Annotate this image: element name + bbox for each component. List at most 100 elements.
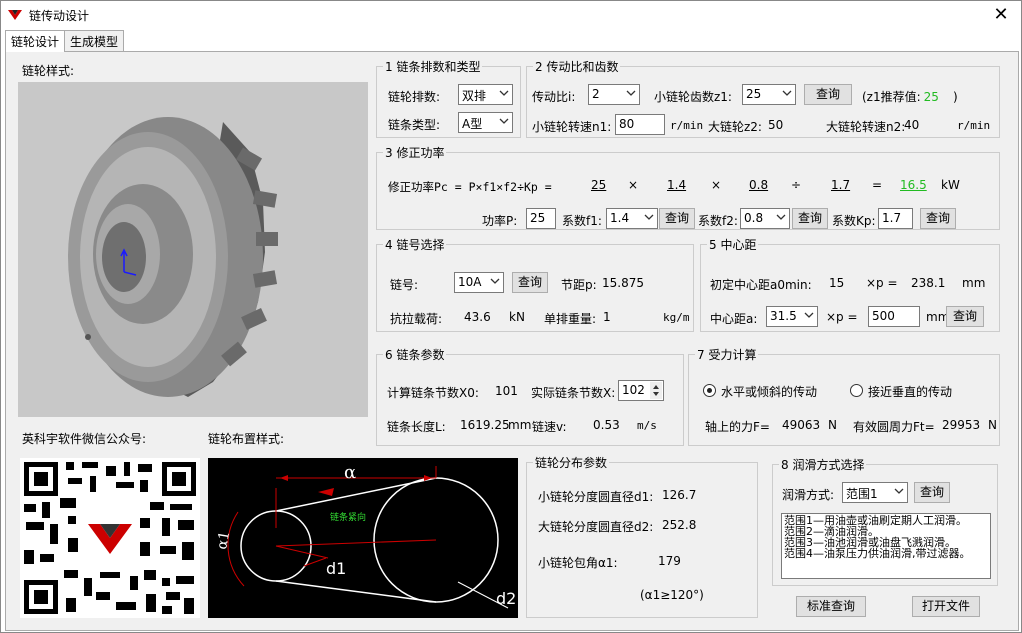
chain-type-select[interactable]: A型	[458, 112, 513, 133]
close-button[interactable]: ✕	[989, 4, 1013, 26]
chain-number-label: 链号:	[390, 278, 419, 292]
z2-value: 50	[768, 118, 784, 132]
kp-input[interactable]: 1.7	[878, 208, 913, 229]
formula-times-2: ×	[711, 178, 722, 192]
sprocket-design-panel: 链轮样式: 英科宇软件微信公众号: 链轮布置样式: α α1 d1 d2 链条紧…	[5, 51, 1019, 631]
shaft-force-unit: N	[828, 418, 837, 432]
d1-value: 126.7	[662, 488, 697, 502]
group-2-title: 2 传动比和齿数	[535, 60, 619, 74]
formula-p: 25	[591, 178, 607, 192]
x0-value: 101	[495, 384, 518, 398]
a0-value: 238.1	[911, 276, 946, 290]
effective-force-value: 29953	[942, 418, 981, 432]
weight-value: 1	[603, 310, 611, 324]
formula-divide: ÷	[791, 178, 802, 192]
chevron-down-icon	[644, 214, 654, 220]
tab-generate-model[interactable]: 生成模型	[64, 30, 125, 51]
lubrication-query-button[interactable]: 查询	[914, 482, 950, 503]
n2-label: 大链轮转速n2:	[826, 120, 906, 134]
a-label: 中心距a:	[710, 312, 758, 326]
z1-select-value: 25	[746, 87, 762, 101]
group-7-title: 7 受力计算	[697, 348, 757, 362]
z1-recommend-value: 25	[923, 90, 939, 104]
chain-layout-diagram: α α1 d1 d2 链条紧向	[208, 458, 518, 618]
horizontal-drive-radio[interactable]	[703, 384, 716, 397]
chevron-down-icon	[499, 90, 509, 96]
wechat-qr-code	[20, 458, 200, 618]
spinner-arrows-icon[interactable]	[650, 382, 662, 399]
d2-label: 大链轮分度圆直径d2:	[538, 520, 654, 534]
ratio-label: 传动比i:	[532, 90, 576, 104]
f2-query-button[interactable]: 查询	[792, 208, 828, 229]
vertical-drive-radio[interactable]	[850, 384, 863, 397]
lubrication-select-value: 范围1	[846, 487, 878, 501]
tensile-label: 抗拉载荷:	[390, 312, 443, 326]
tab-sprocket-design[interactable]: 链轮设计	[5, 30, 66, 52]
z1-recommend-prefix: (z1推荐值:	[862, 90, 921, 104]
group-6-title: 6 链条参数	[385, 348, 445, 362]
wechat-label: 英科宇软件微信公众号:	[22, 432, 147, 446]
rows-select[interactable]: 双排	[458, 84, 513, 105]
standard-query-button[interactable]: 标准查询	[796, 596, 866, 617]
formula-pc-result: 16.5	[900, 178, 927, 192]
vertical-drive-label[interactable]: 接近垂直的传动	[868, 383, 952, 400]
lubrication-select[interactable]: 范围1	[842, 482, 908, 503]
z1-recommend: (z1推荐值: 25)	[862, 88, 958, 105]
a-input[interactable]: 500	[868, 306, 920, 327]
a-select[interactable]: 31.5	[766, 306, 818, 327]
speed-label: 链速v:	[532, 420, 567, 434]
kp-label: 系数Kp:	[832, 214, 876, 228]
f2-label: 系数f2:	[698, 214, 738, 228]
sprocket-style-label: 链轮样式:	[22, 64, 75, 78]
chain-number-query-button[interactable]: 查询	[512, 272, 548, 293]
chevron-down-icon	[499, 118, 509, 124]
z1-query-button[interactable]: 查询	[804, 84, 852, 105]
power-p-input[interactable]: 25	[526, 208, 556, 229]
z1-recommend-suffix: )	[952, 90, 958, 104]
formula-f2: 0.8	[749, 178, 769, 192]
f2-select-value: 0.8	[744, 211, 764, 225]
layout-style-label: 链轮布置样式:	[208, 432, 285, 446]
chain-type-select-value: A型	[462, 117, 483, 131]
a-query-button[interactable]: 查询	[946, 306, 984, 327]
d1-label: 小链轮分度圆直径d1:	[538, 490, 654, 504]
n1-label: 小链轮转速n1:	[532, 120, 612, 134]
length-label: 链条长度L:	[387, 420, 446, 434]
x-spinner[interactable]: 102	[618, 380, 664, 401]
f1-select[interactable]: 1.4	[606, 208, 658, 229]
lubrication-line-4: 范围4—油泵压力供油润滑,带过滤器。	[784, 547, 971, 560]
pitch-label: 节距p:	[561, 278, 597, 292]
n2-value: 40	[904, 118, 920, 132]
main-window: 链传动设计 ✕ 链轮设计 生成模型 链轮样式: 英科宇软件微信公众号: 链轮布置…	[0, 0, 1022, 633]
a-select-value: 31.5	[770, 309, 797, 323]
group-1-title: 1 链条排数和类型	[385, 60, 481, 74]
open-file-button[interactable]: 打开文件	[912, 596, 980, 617]
f1-label: 系数f1:	[562, 214, 602, 228]
a0-label: 初定中心距a0min:	[710, 278, 812, 292]
lubrication-description[interactable]: 范围1—用油壶或油刷定期人工润滑。 范围2—滴油润滑。 范围3—油池润滑或油盘飞…	[781, 513, 991, 579]
z1-label: 小链轮齿数z1:	[654, 90, 732, 104]
length-unit: mm	[508, 418, 532, 432]
formula-equals: =	[872, 178, 883, 192]
z1-select[interactable]: 25	[742, 84, 796, 105]
diagram-alpha-label: α	[344, 462, 356, 483]
f1-query-button[interactable]: 查询	[659, 208, 695, 229]
a-times-p: ×p =	[826, 310, 858, 324]
wrap-angle-condition: (α1≥120°)	[640, 588, 704, 602]
f2-select[interactable]: 0.8	[740, 208, 790, 229]
wrap-angle-value: 179	[658, 554, 681, 568]
chain-number-select[interactable]: 10A	[454, 272, 504, 293]
ratio-select[interactable]: 2	[588, 84, 640, 105]
kp-query-button[interactable]: 查询	[920, 208, 956, 229]
n1-input[interactable]: 80	[615, 114, 665, 135]
x-spinner-value: 102	[622, 383, 645, 397]
horizontal-drive-label[interactable]: 水平或倾斜的传动	[721, 383, 817, 400]
diagram-tight-side-label: 链条紧向	[330, 511, 366, 523]
chevron-down-icon	[894, 488, 904, 494]
x-label: 实际链条节数X:	[531, 386, 616, 400]
power-p-label: 功率P:	[482, 214, 518, 228]
diagram-d2-label: d2	[496, 589, 516, 608]
group-4-title: 4 链号选择	[385, 238, 445, 252]
a0-multiplier: 15	[829, 276, 845, 290]
a0-unit: mm	[962, 276, 986, 290]
